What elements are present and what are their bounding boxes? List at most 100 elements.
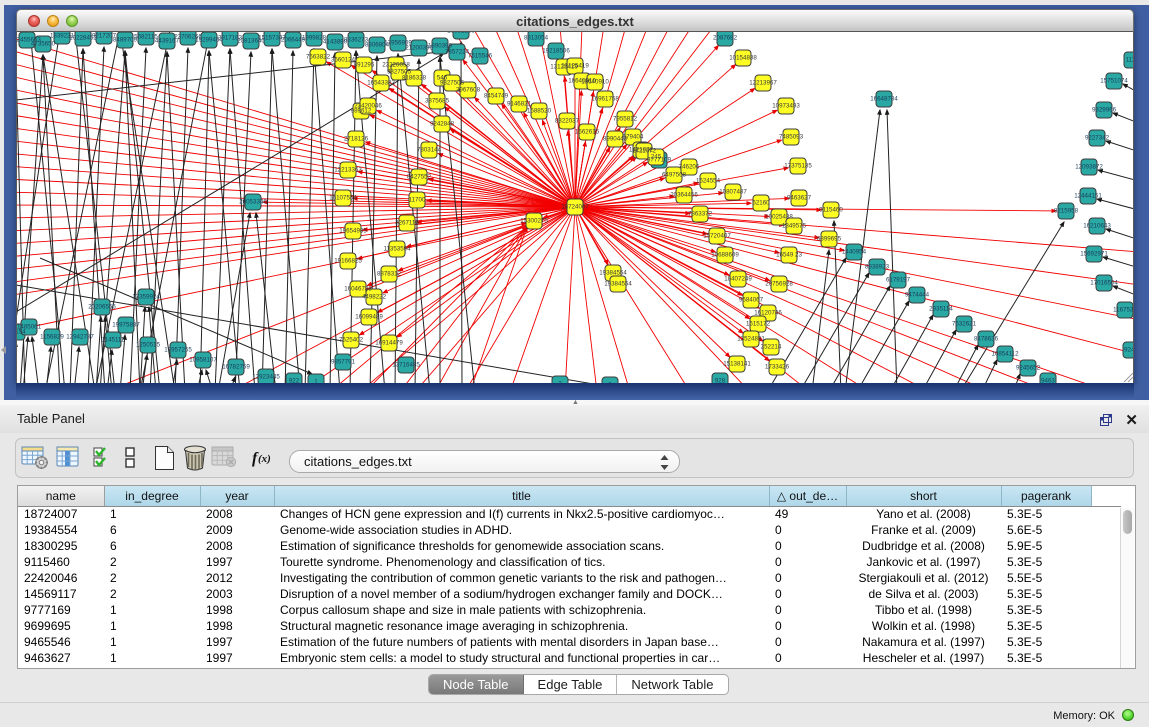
svg-text:15751074: 15751074 [1100,78,1128,85]
svg-text:12923445: 12923445 [252,374,280,381]
svg-text:7955812: 7955812 [613,116,638,123]
svg-text:8427552: 8427552 [407,174,432,181]
svg-text:9474444: 9474444 [905,292,930,299]
svg-text:16107554: 16107554 [329,195,357,202]
svg-text:20364456: 20364456 [670,192,698,199]
svg-text:17016504: 17016504 [1090,280,1118,287]
svg-text:9245652: 9245652 [1016,365,1041,372]
svg-text:19384554: 19384554 [604,281,632,288]
svg-text:13524851: 13524851 [737,336,765,343]
svg-text:679404: 679404 [623,134,644,141]
svg-text:7803144: 7803144 [417,147,442,154]
svg-text:8454749: 8454749 [484,93,509,100]
svg-text:19832259: 19832259 [447,32,475,35]
svg-text:16099489: 16099489 [355,314,383,321]
svg-text:8938923: 8938923 [865,264,890,271]
svg-text:8478636: 8478636 [974,336,999,343]
svg-text:9115460: 9115460 [819,207,843,214]
svg-text:7663822: 7663822 [306,54,331,61]
svg-text:(x): (x) [258,453,271,465]
svg-text:9227342: 9227342 [1085,135,1110,142]
svg-text:9146821: 9146821 [507,101,532,108]
svg-text:15692971: 15692971 [1080,251,1108,258]
svg-text:1485061: 1485061 [17,324,42,331]
svg-text:17359924: 17359924 [132,294,160,301]
svg-text:16549 23: 16549 23 [776,252,802,259]
svg-text:12213363: 12213363 [334,167,362,174]
svg-text:1250515: 1250515 [136,342,161,349]
svg-text:19218506: 19218506 [542,48,570,55]
svg-text:10154838: 10154838 [729,55,757,62]
svg-text:12093872: 12093872 [1075,164,1103,171]
svg-text:9327505: 9327505 [440,80,465,87]
svg-text:23226058: 23226058 [382,62,410,69]
svg-text:11353594: 11353594 [383,246,411,253]
svg-text:17957255: 17957255 [164,347,192,354]
svg-text:16782759: 16782759 [222,364,250,371]
svg-text:9329966: 9329966 [1092,107,1117,114]
svg-text:10973493: 10973493 [772,103,800,110]
svg-text:1733426: 1733426 [765,364,790,371]
svg-text:252214: 252214 [761,344,782,351]
svg-text:6497568: 6497568 [662,172,687,179]
svg-text:9463627: 9463627 [787,195,812,202]
svg-text:3267110: 3267110 [395,220,419,227]
svg-text:15720407: 15720407 [703,233,731,240]
svg-text:1145111: 1145111 [102,337,125,344]
svg-text:8813054: 8813054 [524,35,549,42]
svg-text:8215958: 8215958 [1054,208,1079,215]
svg-text:16914479: 16914479 [375,340,403,347]
svg-text:11700: 11700 [409,197,426,204]
svg-text:19384554: 19384554 [599,270,627,277]
svg-text:16961758: 16961758 [591,96,619,103]
svg-text:7863372: 7863372 [688,211,713,218]
svg-text:746206: 746206 [679,164,700,171]
svg-text:18724007: 18724007 [561,204,589,211]
svg-text:6179197: 6179197 [886,277,911,284]
svg-text:10025438: 10025438 [765,214,793,221]
svg-text:2718126: 2718126 [344,136,369,143]
svg-text:1440954: 1440954 [842,249,867,256]
svg-text:10958107: 10958107 [189,357,217,364]
svg-text:19654985: 19654985 [339,228,367,235]
svg-text:2967608: 2967608 [456,87,481,94]
svg-text:23420046: 23420046 [354,103,382,110]
svg-text:7515546: 7515546 [468,53,493,60]
svg-text:13125419: 13125419 [561,63,589,70]
svg-text:15138141: 15138141 [723,361,751,368]
svg-text:8186328: 8186328 [402,75,427,82]
svg-text:891295: 891295 [354,62,375,69]
svg-text:3660124: 3660124 [331,57,356,64]
svg-text:20756928: 20756928 [765,281,793,288]
svg-text:1615172: 1615172 [746,321,771,328]
svg-text:1562615: 1562615 [575,129,600,136]
svg-text:20206556: 20206556 [88,304,116,311]
svg-text:3875685: 3875685 [425,98,450,105]
svg-text:18407249: 18407249 [724,276,752,283]
svg-text:19166825: 19166825 [334,258,362,265]
svg-text:6899695: 6899695 [817,236,842,243]
svg-text:62160: 62160 [752,200,770,207]
svg-text:12444151: 12444151 [1074,193,1102,200]
svg-text:18640910: 18640910 [581,79,609,86]
svg-text:10854112: 10854112 [991,351,1019,358]
svg-text:9684067: 9684067 [739,297,764,304]
svg-text:1624554: 1624554 [696,178,721,185]
svg-text:2935114: 2935114 [929,306,953,313]
svg-text:16648784: 16648784 [870,96,898,103]
svg-text:245: 245 [651,154,662,161]
svg-text:7625402: 7625402 [339,337,364,344]
svg-text:1349575: 1349575 [782,223,807,230]
svg-text:20053346: 20053346 [239,199,267,206]
svg-text:9242848: 9242848 [430,121,455,128]
svg-text:7632621: 7632621 [952,321,977,328]
svg-text:1167534: 1167534 [1113,307,1134,314]
svg-text:16046788: 16046788 [344,286,372,293]
svg-text:4498222: 4498222 [362,294,387,301]
svg-text:8322037: 8322037 [555,118,580,125]
svg-text:15300275: 15300275 [520,218,548,225]
svg-text:10688609: 10688609 [711,252,739,259]
svg-text:13716485: 13716485 [392,362,420,369]
svg-text:16543382: 16543382 [367,80,395,87]
svg-text:7857224: 7857224 [445,49,470,56]
